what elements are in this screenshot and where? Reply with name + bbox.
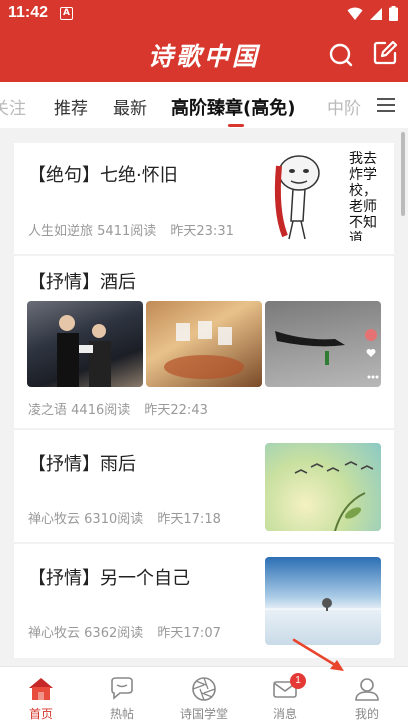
scrollbar[interactable]: [401, 132, 405, 216]
nav-home[interactable]: 首页: [6, 667, 76, 725]
article-title: 【抒情】酒后: [28, 272, 136, 293]
nav-messages[interactable]: 1 消息: [250, 667, 320, 725]
nav-profile[interactable]: 我的: [332, 667, 402, 725]
article-time: 昨天23:31: [170, 224, 234, 239]
article-meta: 凌之语 4416阅读 昨天22:43: [28, 399, 208, 418]
signal-icon: [370, 7, 382, 20]
nav-academy-label: 诗国学堂: [179, 707, 228, 721]
article-thumbnail: 我去炸学校，老师不知道: [265, 151, 381, 241]
article-time: 昨天22:43: [144, 403, 208, 418]
tab-intermediate[interactable]: 中阶: [327, 94, 361, 119]
tab-recommended[interactable]: 推荐: [54, 94, 88, 119]
wifi-icon: [347, 7, 363, 20]
compose-icon[interactable]: [372, 40, 398, 66]
article-title: 【抒情】另一个自己: [28, 568, 190, 589]
article-card[interactable]: 【抒情】另一个自己 禅心牧云 6362阅读 昨天17:07: [14, 544, 394, 658]
status-bar: 11:42 A: [0, 0, 408, 28]
article-reads: 6362阅读: [84, 626, 144, 641]
battery-icon: [389, 6, 398, 21]
nav-hot-posts[interactable]: 热帖: [87, 667, 157, 725]
article-card[interactable]: 【抒情】雨后 禅心牧云 6310阅读 昨天17:18: [14, 430, 394, 542]
article-author: 禅心牧云: [28, 512, 81, 527]
article-time: 昨天17:07: [157, 626, 221, 641]
nav-academy[interactable]: 诗国学堂: [169, 667, 239, 725]
nav-home-label: 首页: [28, 707, 53, 721]
birds-painting: [265, 443, 381, 531]
article-title: 【绝句】七绝·怀旧: [28, 165, 178, 186]
article-feed[interactable]: 【绝句】七绝·怀旧 人生如逆旅 5411阅读 昨天23:31 我去炸学校，老师不…: [0, 128, 408, 666]
status-time: 11:42: [8, 4, 49, 21]
active-tab-indicator: [228, 124, 244, 127]
article-time: 昨天17:18: [157, 512, 221, 527]
status-icons: [347, 6, 398, 21]
article-reads: 5411阅读: [97, 224, 157, 239]
chat-bubble-icon: [111, 677, 133, 700]
app-header: 11:42 A 诗歌中国: [0, 0, 408, 82]
tab-latest[interactable]: 最新: [113, 94, 147, 119]
article-reads: 6310阅读: [84, 512, 144, 527]
article-reads: 4416阅读: [71, 403, 131, 418]
street-photo: [265, 301, 381, 387]
menu-icon[interactable]: [364, 82, 408, 128]
article-meta: 禅心牧云 6362阅读 昨天17:07: [28, 622, 221, 641]
article-author: 禅心牧云: [28, 626, 81, 641]
aperture-icon: [192, 677, 216, 701]
search-icon[interactable]: [328, 42, 354, 68]
title-bar: 诗歌中国: [0, 28, 408, 82]
meme-caption: 我去炸学校，老师不知道: [349, 151, 377, 241]
article-card[interactable]: 【抒情】酒后 凌之语 4416阅读 昨天22:43: [14, 256, 394, 428]
nav-hot-posts-label: 热帖: [109, 707, 134, 721]
article-title: 【抒情】雨后: [28, 454, 136, 475]
category-tabs: 关注 推荐 最新 高阶臻章(高免) 中阶: [0, 82, 408, 128]
sim-card-icon: A: [60, 7, 73, 20]
lake-photo: [265, 557, 381, 645]
article-card[interactable]: 【绝句】七绝·怀旧 人生如逆旅 5411阅读 昨天23:31 我去炸学校，老师不…: [14, 143, 394, 254]
toast-photo: [146, 301, 262, 387]
nav-messages-label: 消息: [272, 707, 297, 721]
article-meta: 禅心牧云 6310阅读 昨天17:18: [28, 508, 221, 527]
party-photo: [27, 301, 143, 387]
article-meta: 人生如逆旅 5411阅读 昨天23:31: [28, 220, 234, 239]
tab-advanced[interactable]: 高阶臻章(高免): [171, 94, 295, 120]
home-icon: [29, 678, 53, 700]
article-author: 人生如逆旅: [28, 224, 94, 239]
article-author: 凌之语: [28, 403, 68, 418]
tab-following[interactable]: 关注: [0, 94, 26, 119]
bottom-navigation: 首页 热帖 诗国学堂 1 消息 我的: [0, 666, 408, 725]
person-icon: [355, 678, 379, 701]
nav-profile-label: 我的: [354, 707, 379, 721]
unread-badge: 1: [290, 673, 306, 689]
